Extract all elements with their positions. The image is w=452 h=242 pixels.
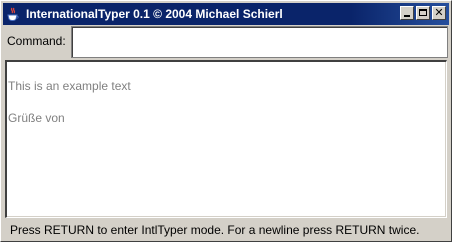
maximize-button[interactable]	[416, 6, 430, 20]
window-title: InternationalTyper 0.1 © 2004 Michael Sc…	[26, 7, 283, 21]
text-line	[8, 94, 446, 110]
text-line: Grüße von	[8, 111, 65, 125]
java-coffee-cup-icon[interactable]	[6, 6, 20, 22]
text-line: This is an example text	[8, 79, 131, 93]
maximize-icon	[419, 9, 427, 16]
minimize-icon	[404, 15, 410, 17]
text-area[interactable]: This is an example text Grüße von	[5, 60, 447, 218]
command-row: Command:	[3, 26, 449, 58]
minimize-button[interactable]	[400, 6, 414, 20]
close-button[interactable]: ✕	[432, 6, 446, 20]
status-bar: Press RETURN to enter IntlTyper mode. Fo…	[3, 221, 449, 239]
close-icon: ✕	[434, 6, 444, 19]
command-label: Command:	[7, 34, 66, 48]
command-input[interactable]	[71, 26, 448, 58]
title-buttons: ✕	[398, 6, 446, 20]
status-text: Press RETURN to enter IntlTyper mode. Fo…	[10, 223, 420, 237]
title-bar[interactable]: InternationalTyper 0.1 © 2004 Michael Sc…	[3, 3, 449, 25]
app-window: InternationalTyper 0.1 © 2004 Michael Sc…	[0, 0, 452, 242]
